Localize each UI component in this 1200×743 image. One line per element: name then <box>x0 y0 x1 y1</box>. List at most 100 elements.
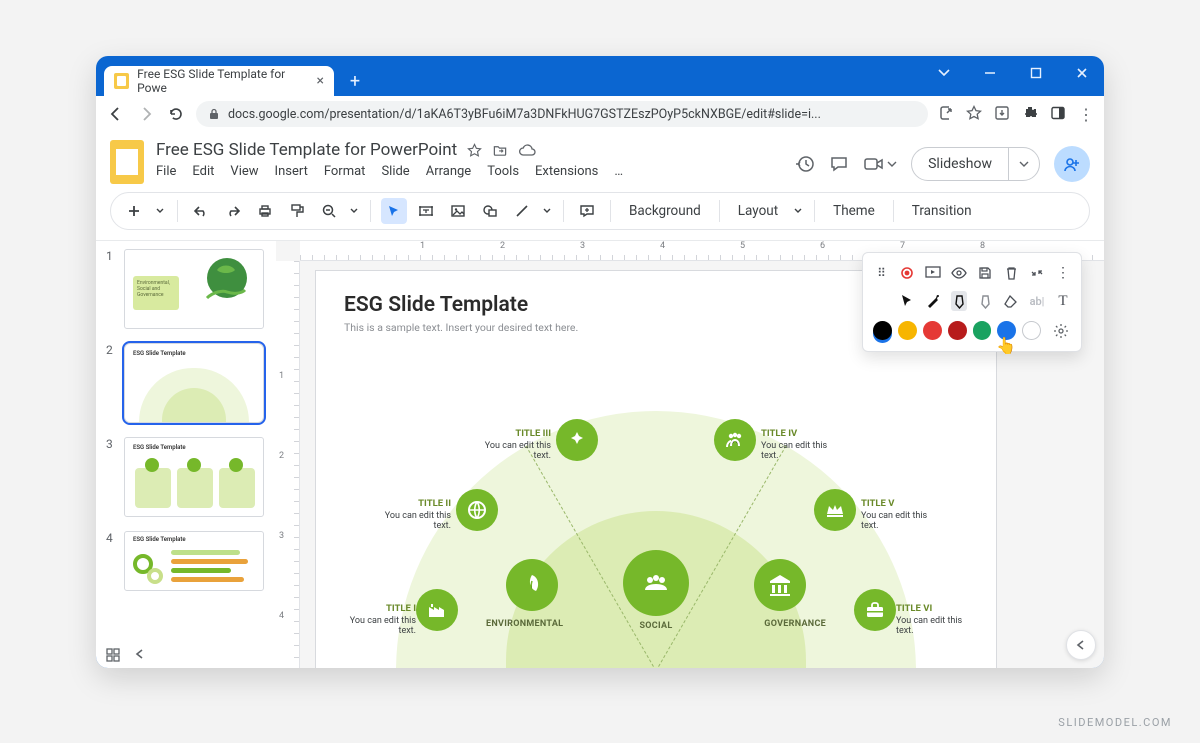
node-hands-icon[interactable] <box>556 419 598 461</box>
node-people-icon[interactable] <box>714 419 756 461</box>
node-t2[interactable]: TITLE IIYou can edit this text. <box>381 498 451 531</box>
pointer-tools-panel[interactable]: ⠿ ⋮ ab| T <box>862 252 1082 352</box>
nav-back-button[interactable] <box>106 106 126 122</box>
menu-more[interactable]: … <box>614 164 623 179</box>
slide-thumbnail-2[interactable]: ESG Slide Template <box>124 343 264 423</box>
window-maximize-button[interactable] <box>1022 62 1050 84</box>
drag-handle-icon[interactable]: ⠿ <box>873 263 889 283</box>
undo-button[interactable] <box>188 198 214 224</box>
text-tool-icon[interactable]: T <box>1055 291 1071 311</box>
zoom-button[interactable] <box>316 198 342 224</box>
swatch-white[interactable] <box>1022 321 1041 340</box>
shape-tool-button[interactable] <box>477 198 503 224</box>
doc-title[interactable]: Free ESG Slide Template for PowerPoint <box>156 140 457 160</box>
new-slide-button[interactable] <box>121 198 147 224</box>
transition-button[interactable]: Transition <box>904 203 980 219</box>
select-tool-button[interactable] <box>381 198 407 224</box>
node-t5[interactable]: TITLE VYou can edit this text. <box>861 498 931 531</box>
text-highlight-icon[interactable]: ab| <box>1029 291 1045 311</box>
slide-thumbnail-1[interactable]: Environmental, Social and Governance <box>124 249 264 329</box>
meet-present-button[interactable] <box>863 154 897 174</box>
menu-view[interactable]: View <box>230 164 258 179</box>
line-dropdown[interactable] <box>541 198 553 224</box>
node-t3[interactable]: TITLE IIIYou can edit this text. <box>481 428 551 461</box>
menu-arrange[interactable]: Arrange <box>426 164 471 179</box>
visibility-icon[interactable] <box>951 263 967 283</box>
paint-format-button[interactable] <box>284 198 310 224</box>
extensions-puzzle-icon[interactable] <box>1022 105 1038 124</box>
bookmark-star-icon[interactable] <box>966 105 982 124</box>
side-panel-icon[interactable] <box>1050 105 1066 124</box>
new-tab-button[interactable]: + <box>342 68 368 94</box>
nav-forward-button[interactable] <box>136 106 156 122</box>
node-t1[interactable]: TITLE IYou can edit this text. <box>346 603 416 636</box>
swatch-settings-icon[interactable] <box>1051 321 1071 341</box>
highlighter-tool-icon[interactable] <box>951 291 967 311</box>
image-tool-button[interactable] <box>445 198 471 224</box>
new-slide-dropdown[interactable] <box>153 198 167 224</box>
star-doc-icon[interactable] <box>467 143 482 158</box>
textbox-tool-button[interactable] <box>413 198 439 224</box>
move-doc-icon[interactable] <box>492 143 508 158</box>
share-button[interactable] <box>1054 146 1090 182</box>
pen-tool-icon[interactable] <box>977 291 993 311</box>
background-button[interactable]: Background <box>621 203 709 219</box>
environmental-circle[interactable] <box>506 559 558 611</box>
swatch-blue[interactable] <box>997 321 1016 340</box>
panel-more-icon[interactable]: ⋮ <box>1055 263 1071 283</box>
node-briefcase-icon[interactable] <box>854 589 896 631</box>
comments-icon[interactable] <box>829 154 849 174</box>
share-url-icon[interactable] <box>938 105 954 124</box>
node-globe-icon[interactable] <box>456 489 498 531</box>
laser-pointer-icon[interactable] <box>925 291 941 311</box>
cloud-status-icon[interactable] <box>518 143 536 158</box>
slideshow-dropdown[interactable] <box>1008 148 1039 180</box>
layout-button[interactable]: Layout <box>730 203 786 219</box>
menu-slide[interactable]: Slide <box>381 164 409 179</box>
swatch-yellow[interactable] <box>898 321 917 340</box>
nav-reload-button[interactable] <box>166 106 186 122</box>
menu-extensions[interactable]: Extensions <box>535 164 598 179</box>
play-on-screen-icon[interactable] <box>925 263 941 283</box>
node-t6[interactable]: TITLE VIYou can edit this text. <box>896 603 966 636</box>
trash-icon[interactable] <box>1003 263 1019 283</box>
collapse-icon[interactable] <box>1029 263 1045 283</box>
node-factory-icon[interactable] <box>416 589 458 631</box>
menu-edit[interactable]: Edit <box>192 164 214 179</box>
address-bar[interactable]: docs.google.com/presentation/d/1aKA6T3yB… <box>196 101 928 127</box>
menu-insert[interactable]: Insert <box>275 164 308 179</box>
slide-thumbnail-4[interactable]: ESG Slide Template <box>124 531 264 591</box>
slide-thumbnail-3[interactable]: ESG Slide Template <box>124 437 264 517</box>
node-t4[interactable]: TITLE IVYou can edit this text. <box>761 428 831 461</box>
print-button[interactable] <box>252 198 278 224</box>
comment-add-button[interactable] <box>574 198 600 224</box>
swatch-black[interactable] <box>873 321 892 340</box>
chrome-menu-icon[interactable]: ⋮ <box>1078 105 1094 124</box>
filmstrip-collapse-icon[interactable] <box>134 648 146 662</box>
zoom-dropdown[interactable] <box>348 198 360 224</box>
save-icon[interactable] <box>977 263 993 283</box>
explore-button[interactable] <box>1066 630 1096 660</box>
cursor-tool-icon[interactable] <box>899 291 915 311</box>
slides-logo-icon[interactable] <box>110 140 144 184</box>
swatch-darkred[interactable] <box>948 321 967 340</box>
redo-button[interactable] <box>220 198 246 224</box>
menu-file[interactable]: File <box>156 164 176 179</box>
center-social-icon[interactable] <box>623 550 689 616</box>
governance-circle[interactable] <box>754 559 806 611</box>
menu-format[interactable]: Format <box>324 164 366 179</box>
menu-tools[interactable]: Tools <box>487 164 519 179</box>
swatch-red[interactable] <box>923 321 942 340</box>
eraser-tool-icon[interactable] <box>1003 291 1019 311</box>
line-tool-button[interactable] <box>509 198 535 224</box>
layout-dropdown[interactable] <box>792 198 804 224</box>
window-minimize-button[interactable] <box>976 62 1004 84</box>
grid-view-icon[interactable] <box>106 648 120 662</box>
chevron-down-icon[interactable] <box>930 62 958 84</box>
slideshow-button[interactable]: Slideshow <box>911 147 1040 181</box>
record-icon[interactable] <box>899 263 915 283</box>
tab-close-icon[interactable]: × <box>317 73 324 89</box>
install-app-icon[interactable] <box>994 105 1010 124</box>
browser-tab[interactable]: Free ESG Slide Template for Powe × <box>104 66 334 96</box>
theme-button[interactable]: Theme <box>825 203 883 219</box>
